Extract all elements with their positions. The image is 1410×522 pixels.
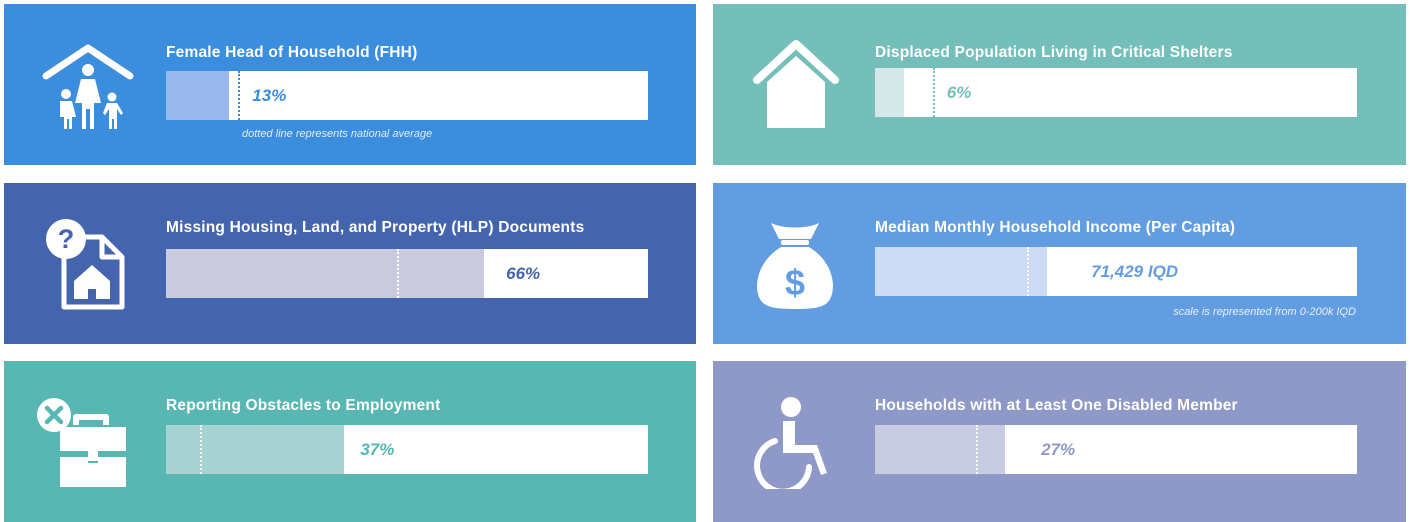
value-label: 71,429 IQD: [1091, 261, 1179, 281]
bar-fill: [166, 425, 345, 474]
bar-fill: [875, 247, 1048, 296]
employment-card: Reporting Obstacles to Employment 37%: [4, 361, 696, 522]
card-title: Displaced Population Living in Critical …: [875, 44, 1233, 61]
bar-fill: [875, 425, 1006, 474]
svg-text:?: ?: [58, 224, 75, 254]
bar-fill: [875, 68, 904, 117]
family-house-icon: [42, 44, 134, 129]
hlp-card: ? Missing Housing, Land, and Property (H…: [4, 183, 696, 344]
national-average-line: [932, 68, 935, 117]
bar-fill: [166, 71, 229, 120]
footnote: scale is represented from 0-200k IQD: [1173, 306, 1356, 318]
missing-document-icon: ?: [46, 219, 125, 310]
briefcase-blocked-icon: [37, 398, 126, 487]
footnote: dotted line represents national average: [242, 128, 433, 140]
value-label: 13%: [252, 85, 287, 105]
shelters-bar: 6%: [875, 68, 1357, 117]
fhh-card: Female Head of Household (FHH) 13% dotte…: [4, 4, 696, 165]
value-label: 37%: [360, 439, 395, 459]
value-label: 27%: [1041, 439, 1076, 459]
hlp-bar: 66%: [166, 249, 648, 298]
wheelchair-icon: [754, 397, 827, 489]
income-card: $ Median Monthly Household Income (Per C…: [713, 183, 1406, 344]
bar-fill: [166, 249, 485, 298]
house-icon: [753, 40, 839, 128]
income-bar: 71,429 IQD: [875, 247, 1357, 296]
card-title: Reporting Obstacles to Employment: [166, 397, 441, 414]
national-average-line: [238, 71, 241, 120]
card-title: Female Head of Household (FHH): [166, 44, 418, 61]
national-average-line: [397, 249, 400, 298]
national-average-line: [976, 425, 979, 474]
card-title: Missing Housing, Land, and Property (HLP…: [166, 219, 585, 236]
money-bag-icon: $: [757, 223, 833, 309]
svg-text:$: $: [785, 262, 805, 303]
disabled-bar: 27%: [875, 425, 1357, 474]
card-title: Households with at Least One Disabled Me…: [875, 397, 1238, 414]
national-average-line: [1026, 247, 1029, 296]
national-average-line: [199, 425, 202, 474]
value-label: 66%: [506, 263, 541, 283]
employment-bar: 37%: [166, 425, 648, 474]
disabled-card: Households with at Least One Disabled Me…: [713, 361, 1406, 522]
shelters-card: Displaced Population Living in Critical …: [713, 4, 1406, 165]
card-title: Median Monthly Household Income (Per Cap…: [875, 219, 1236, 236]
value-label: 6%: [946, 82, 972, 102]
fhh-bar: 13%: [166, 71, 648, 120]
